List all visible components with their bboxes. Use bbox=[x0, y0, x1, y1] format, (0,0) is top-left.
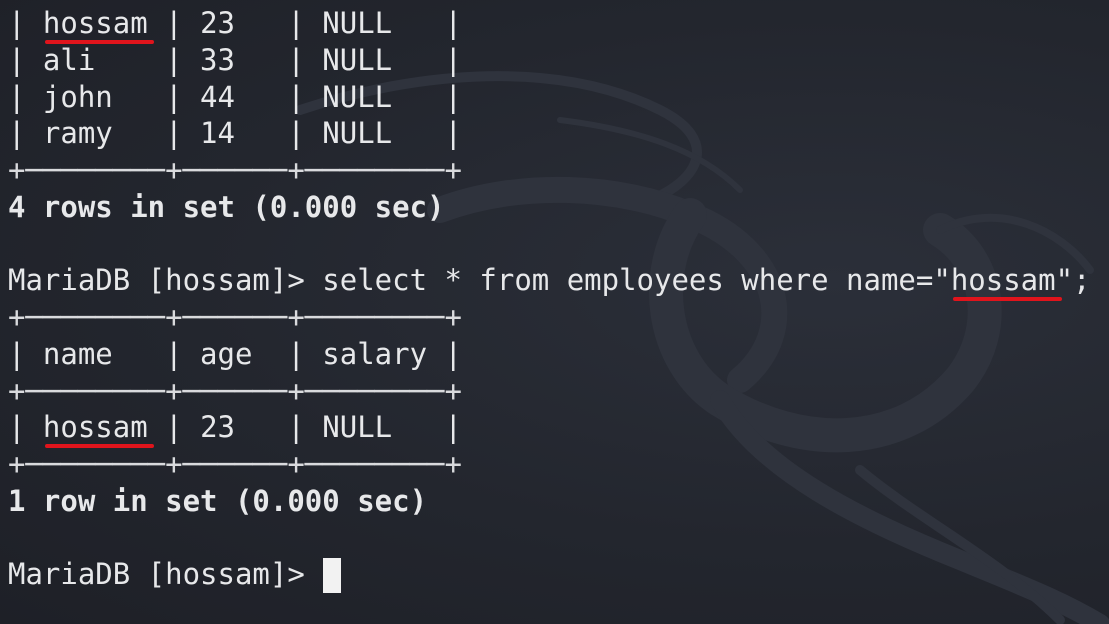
result-summary: 1 row in set (0.000 sec) bbox=[8, 484, 428, 518]
table-row: | hossam | 23 | NULL | bbox=[8, 410, 462, 448]
table-border: +────────+──────+────────+ bbox=[8, 300, 462, 334]
table-row: | hossam | 23 | NULL | bbox=[8, 6, 462, 44]
terminal-window[interactable]: | hossam | 23 | NULL | | ali | 33 | NULL… bbox=[0, 0, 1109, 624]
highlighted-name: hossam bbox=[950, 263, 1062, 301]
table-border: +────────+──────+────────+ bbox=[8, 447, 462, 481]
highlighted-name: hossam bbox=[42, 6, 154, 44]
command-line: MariaDB [hossam]> select * from employee… bbox=[8, 263, 1091, 301]
table-row: | ali | 33 | NULL | bbox=[8, 43, 462, 77]
table-border: +────────+──────+────────+ bbox=[8, 153, 462, 187]
text-cursor bbox=[323, 558, 341, 593]
highlighted-name: hossam bbox=[42, 410, 154, 448]
table-row: | ramy | 14 | NULL | bbox=[8, 116, 462, 150]
prompt-line[interactable]: MariaDB [hossam]> bbox=[8, 556, 322, 593]
table-header: | name | age | salary | bbox=[8, 337, 462, 371]
result-summary: 4 rows in set (0.000 sec) bbox=[8, 190, 445, 224]
table-border: +────────+──────+────────+ bbox=[8, 374, 462, 408]
table-row: | john | 44 | NULL | bbox=[8, 80, 462, 114]
